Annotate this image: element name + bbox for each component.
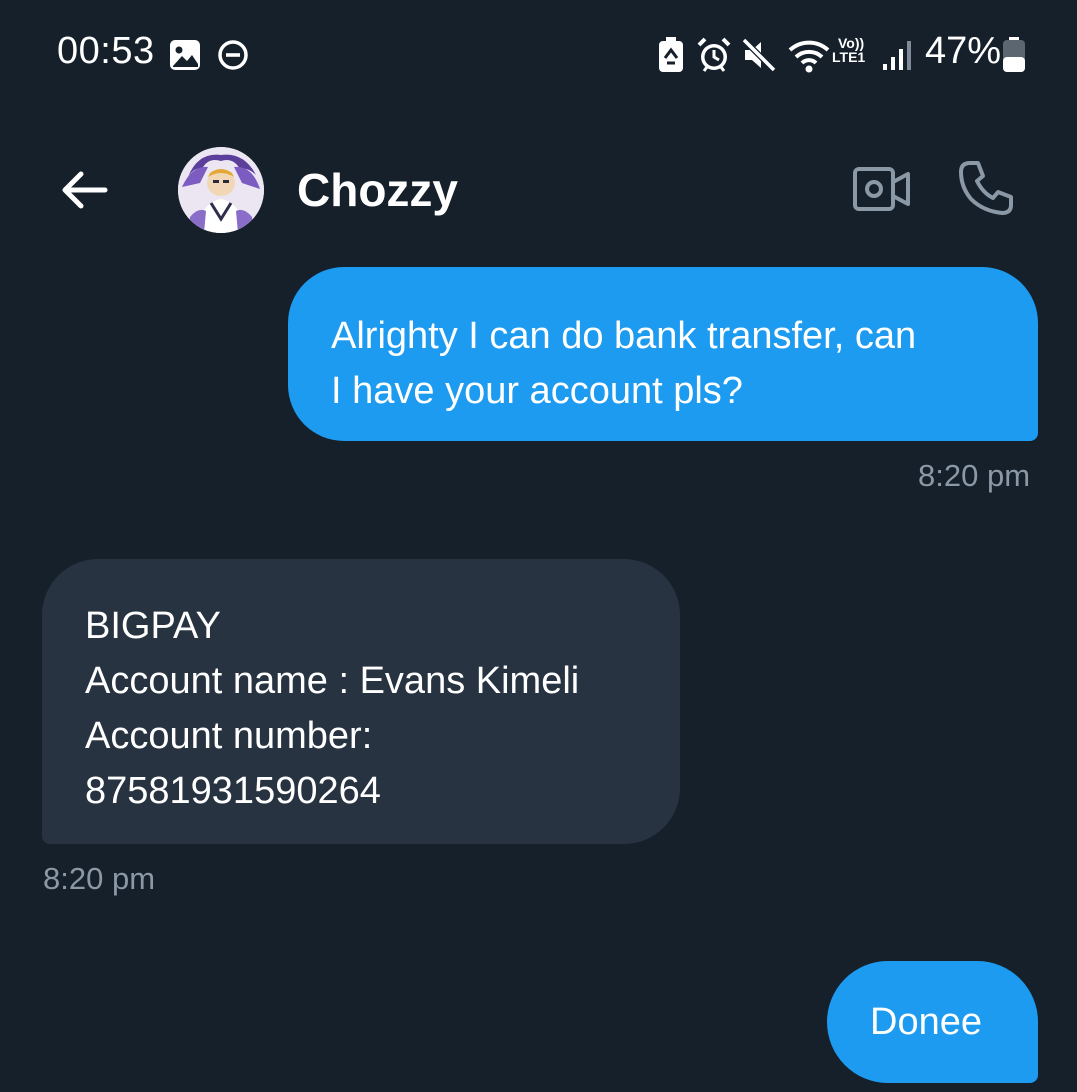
battery-saver-icon xyxy=(659,37,683,72)
avatar-image xyxy=(178,147,264,233)
message-text-line: Account name : Evans Kimeli xyxy=(85,660,580,702)
battery-icon xyxy=(1003,37,1025,72)
mute-icon xyxy=(741,37,777,73)
message-text-line: 87581931590264 xyxy=(85,770,381,812)
status-time: 00:53 xyxy=(57,30,155,72)
network-type-label: Vo)) LTE1 xyxy=(832,36,865,64)
wifi-icon xyxy=(788,40,830,73)
status-bar: 00:53 Vo)) LTE1 47% xyxy=(0,0,1077,110)
message-timestamp: 8:20 pm xyxy=(918,458,1031,493)
message-text-line: I have your account pls? xyxy=(331,370,743,412)
message-text-line: BIGPAY xyxy=(85,605,221,647)
alarm-icon xyxy=(697,37,731,72)
phone-icon[interactable] xyxy=(956,158,1016,218)
avatar[interactable] xyxy=(178,147,264,233)
gallery-icon xyxy=(170,40,200,70)
message-text-line: Alrighty I can do bank transfer, can xyxy=(331,315,917,357)
chat-screen: 00:53 Vo)) LTE1 47% Chozzy Alrighty I ca… xyxy=(0,0,1077,1092)
video-camera-icon[interactable] xyxy=(852,164,912,214)
signal-icon xyxy=(883,41,911,70)
message-timestamp: 8:20 pm xyxy=(43,861,156,896)
message-text-line: Account number: xyxy=(85,715,373,757)
lte-label: LTE1 xyxy=(832,49,866,65)
battery-percent: 47% xyxy=(925,30,1002,72)
arrow-left-icon[interactable] xyxy=(55,166,117,214)
conversation-header: Chozzy xyxy=(0,130,1077,250)
message-bubble-outgoing[interactable]: Donee xyxy=(827,961,1038,1083)
contact-name[interactable]: Chozzy xyxy=(297,163,458,217)
do-not-disturb-icon xyxy=(218,40,248,70)
message-bubble-incoming[interactable]: BIGPAY Account name : Evans Kimeli Accou… xyxy=(42,559,680,844)
message-bubble-outgoing[interactable]: Alrighty I can do bank transfer, can I h… xyxy=(288,267,1038,441)
message-text-line: Donee xyxy=(870,1001,982,1043)
volte-label: Vo)) xyxy=(838,35,865,51)
